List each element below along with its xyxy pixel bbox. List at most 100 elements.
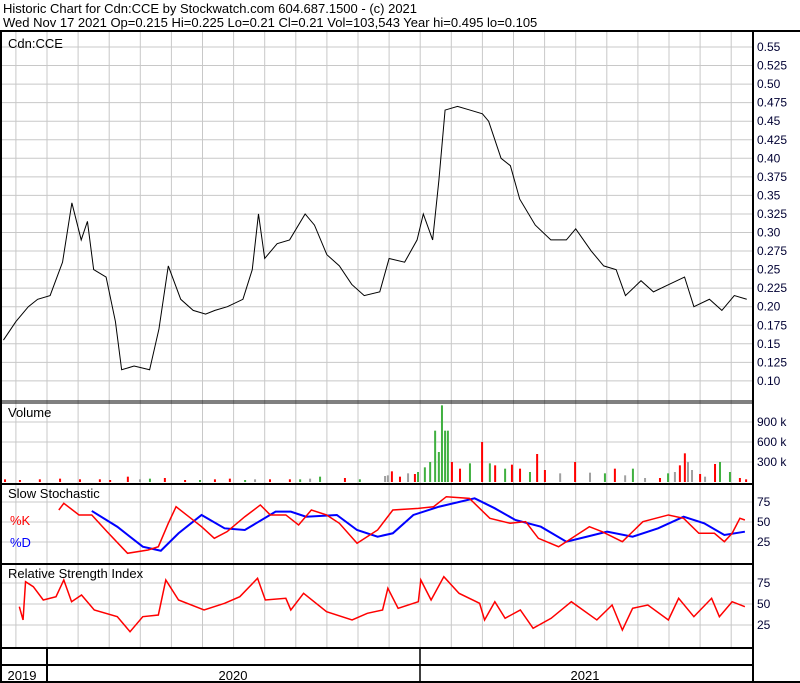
gridlines bbox=[2, 32, 752, 648]
volume-bar bbox=[163, 478, 166, 482]
price-tick-label: 0.225 bbox=[757, 281, 787, 295]
volume-bar bbox=[528, 472, 531, 482]
price-tick-label: 0.35 bbox=[757, 188, 781, 202]
volume-bar bbox=[459, 468, 462, 482]
volume-bar bbox=[437, 452, 440, 482]
volume-tick-label: 600 k bbox=[757, 435, 787, 449]
year-label-2019: 2019 bbox=[8, 668, 37, 683]
price-tick-label: 0.175 bbox=[757, 318, 787, 332]
volume-bar bbox=[574, 462, 577, 482]
volume-bar bbox=[543, 470, 546, 482]
volume-panel-title: Volume bbox=[8, 405, 51, 420]
chart-canvas: 0.55 0.525 0.50 0.475 0.45 0.425 0.40 0.375 0.35… bbox=[0, 30, 800, 683]
year-label-2020: 2020 bbox=[219, 668, 248, 683]
price-tick-label: 0.20 bbox=[757, 300, 781, 314]
volume-bar bbox=[691, 470, 694, 482]
volume-bar bbox=[624, 475, 627, 482]
volume-bar bbox=[434, 430, 437, 482]
rsi-panel-title: Relative Strength Index bbox=[8, 566, 144, 581]
volume-bar bbox=[417, 472, 420, 482]
year-label-2021: 2021 bbox=[571, 668, 600, 683]
axis-ticks: 0.55 0.525 0.50 0.475 0.45 0.425 0.40 0.375 0.35… bbox=[757, 40, 787, 632]
volume-bar bbox=[59, 478, 62, 482]
volume-bar bbox=[644, 478, 647, 482]
volume-bar bbox=[423, 467, 426, 482]
volume-bar bbox=[745, 479, 748, 482]
volume-bar bbox=[481, 442, 484, 482]
price-tick-label: 0.45 bbox=[757, 114, 781, 128]
volume-bar bbox=[446, 430, 449, 482]
volume-bar bbox=[384, 476, 387, 482]
volume-bar bbox=[519, 468, 522, 482]
volume-bar bbox=[494, 465, 497, 482]
price-line bbox=[3, 105, 747, 371]
volume-bar bbox=[343, 478, 346, 482]
volume-bar bbox=[536, 454, 539, 482]
volume-bar bbox=[504, 468, 507, 482]
volume-bar bbox=[488, 463, 491, 482]
volume-bar bbox=[429, 462, 432, 482]
price-tick-label: 0.50 bbox=[757, 77, 781, 91]
volume-bar bbox=[244, 480, 247, 482]
volume-bar bbox=[704, 476, 707, 482]
volume-bar bbox=[398, 476, 401, 482]
volume-bar bbox=[98, 479, 101, 482]
volume-bar bbox=[603, 473, 606, 482]
volume-bar bbox=[440, 405, 443, 482]
volume-bar bbox=[38, 479, 41, 482]
volume-bar bbox=[78, 479, 81, 482]
volume-bar bbox=[559, 473, 562, 482]
sto-tick-label: 50 bbox=[757, 515, 771, 529]
volume-bar bbox=[673, 472, 676, 482]
volume-tick-label: 900 k bbox=[757, 415, 787, 429]
price-tick-label: 0.30 bbox=[757, 226, 781, 240]
volume-bar bbox=[714, 464, 717, 482]
price-tick-label: 0.25 bbox=[757, 263, 781, 277]
volume-tick-label: 300 k bbox=[757, 455, 787, 469]
volume-bar bbox=[407, 473, 410, 482]
volume-bar bbox=[148, 478, 151, 482]
volume-bar bbox=[268, 479, 271, 482]
price-tick-label: 0.475 bbox=[757, 96, 787, 110]
volume-bar bbox=[138, 479, 141, 482]
volume-bar bbox=[213, 479, 216, 482]
volume-bar bbox=[510, 464, 513, 482]
volume-bar bbox=[683, 453, 686, 482]
volume-bar bbox=[309, 478, 312, 482]
legend-d: %D bbox=[10, 535, 31, 550]
rsi-tick-label: 50 bbox=[757, 597, 771, 611]
chart-marks bbox=[3, 105, 748, 633]
price-tick-label: 0.125 bbox=[757, 355, 787, 369]
price-tick-label: 0.275 bbox=[757, 244, 787, 258]
volume-bar bbox=[319, 476, 322, 482]
stochastic-d-line bbox=[91, 497, 746, 552]
volume-bar bbox=[686, 462, 689, 482]
price-tick-label: 0.10 bbox=[757, 374, 781, 388]
rsi-tick-label: 25 bbox=[757, 618, 771, 632]
volume-bar bbox=[288, 479, 291, 482]
volume-bar bbox=[738, 478, 741, 482]
volume-bar bbox=[613, 468, 616, 482]
price-tick-label: 0.55 bbox=[757, 40, 781, 54]
sto-tick-label: 75 bbox=[757, 495, 771, 509]
rsi-tick-label: 75 bbox=[757, 576, 771, 590]
volume-bar bbox=[299, 479, 302, 482]
volume-bar bbox=[4, 479, 7, 482]
price-panel-title: Cdn:CCE bbox=[8, 36, 63, 51]
volume-bar bbox=[468, 463, 471, 482]
price-tick-label: 0.325 bbox=[757, 207, 787, 221]
price-tick-label: 0.40 bbox=[757, 151, 781, 165]
volume-bar bbox=[667, 473, 670, 482]
volume-bar bbox=[126, 476, 129, 482]
volume-bar bbox=[678, 465, 681, 482]
price-tick-label: 0.425 bbox=[757, 133, 787, 147]
volume-bar bbox=[386, 475, 389, 482]
volume-bar bbox=[18, 480, 21, 482]
volume-bar bbox=[444, 430, 447, 482]
legend-k: %K bbox=[10, 513, 31, 528]
volume-bar bbox=[413, 474, 416, 482]
volume-bar bbox=[228, 478, 231, 482]
volume-bar bbox=[658, 478, 661, 482]
volume-bar bbox=[631, 468, 634, 482]
volume-bar bbox=[390, 471, 393, 482]
